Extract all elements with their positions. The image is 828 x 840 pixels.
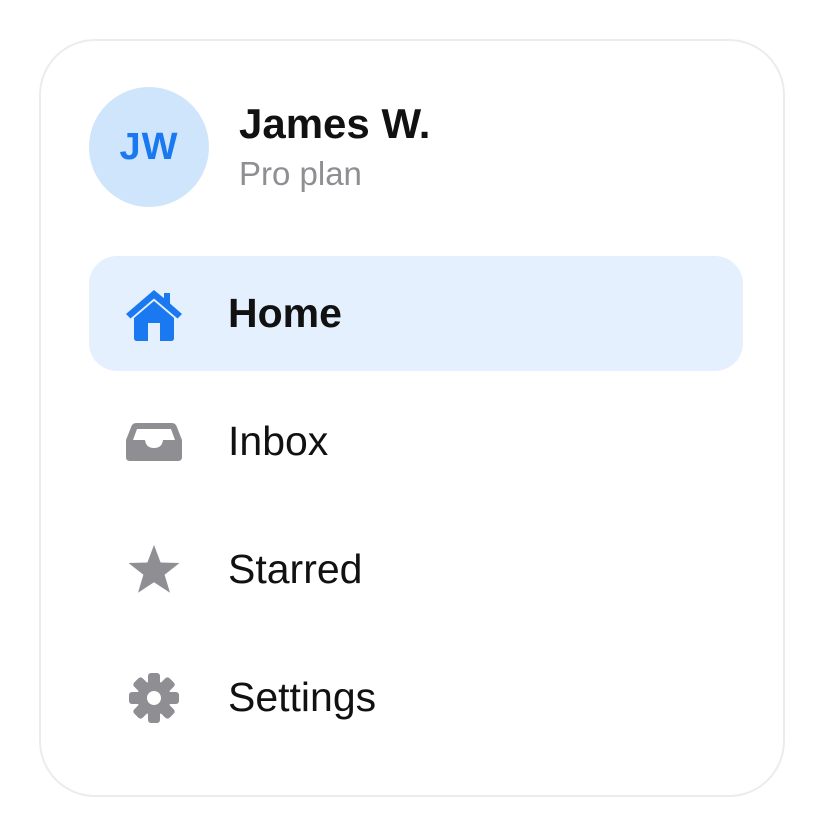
inbox-tray-icon: [122, 410, 186, 474]
nav-item-starred[interactable]: Starred: [89, 512, 743, 627]
avatar-initials: JW: [119, 125, 179, 168]
nav-item-label: Home: [228, 290, 342, 336]
user-plan: Pro plan: [239, 155, 362, 192]
sidebar-card: JW James W. Pro plan Home Inbox Starred …: [39, 39, 785, 797]
nav-item-label: Inbox: [228, 418, 329, 464]
user-profile[interactable]: JW James W. Pro plan: [89, 87, 430, 207]
sidebar-nav: Home Inbox Starred Settings: [89, 256, 743, 768]
nav-item-home[interactable]: Home: [89, 256, 743, 371]
avatar[interactable]: JW: [89, 87, 209, 207]
nav-item-label: Settings: [228, 674, 377, 720]
profile-text: James W. Pro plan: [239, 99, 430, 195]
nav-item-label: Starred: [228, 546, 363, 592]
house-icon: [122, 282, 186, 346]
nav-item-inbox[interactable]: Inbox: [89, 384, 743, 499]
nav-item-settings[interactable]: Settings: [89, 640, 743, 755]
star-icon: [122, 538, 186, 602]
user-name: James W.: [239, 100, 431, 147]
gear-icon: [122, 666, 186, 730]
